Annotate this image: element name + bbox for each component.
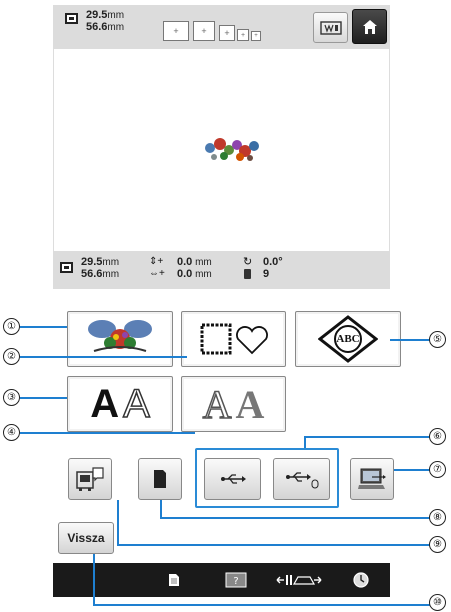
usb-media-button[interactable] (204, 458, 261, 500)
clock-button[interactable] (350, 569, 372, 591)
color-count: 9 (263, 268, 270, 280)
home-icon (362, 19, 377, 34)
rotation-icon: ↻ (243, 256, 253, 268)
callout-line-5 (390, 339, 430, 341)
callout-3: ③ (3, 389, 20, 406)
usb-mouse-port-button[interactable] (273, 458, 330, 500)
usb-icon (220, 474, 246, 484)
pattern-preview-area (53, 49, 390, 251)
document-button[interactable] (165, 569, 183, 591)
home-button[interactable] (352, 9, 387, 44)
top-info-bar: 29.5mm 56.6mm + + + + + (53, 5, 390, 49)
embroidery-pattern-icon (88, 320, 152, 352)
frame-display-button[interactable] (313, 12, 348, 43)
character-font-button[interactable]: A A (67, 376, 173, 432)
callout-line-9b (117, 544, 430, 546)
callout-line-4 (20, 432, 195, 434)
callout-6: ⑥ (429, 428, 446, 445)
pattern-info-bar: 29.5mm 56.6mm ⇕+ ⇔+ 0.0 mm 0.0 mm ↻ 0.0°… (53, 251, 390, 289)
callout-line-9a (117, 500, 119, 545)
vertical-offset-icon: ⇕+ (149, 256, 164, 267)
frame-size-xxsmall: + (251, 31, 261, 41)
callout-line-1 (20, 326, 67, 328)
size-icon (60, 262, 73, 273)
document-icon (169, 574, 179, 586)
help-button[interactable]: ? (223, 569, 249, 591)
decorative-letter-outline: A (202, 381, 232, 428)
embroidery-machine-button[interactable] (68, 458, 112, 500)
embroidery-machine-icon (76, 467, 104, 491)
frame-size-large: + (163, 21, 189, 41)
frame-size-medium: + (193, 21, 215, 41)
callout-line-7 (394, 469, 430, 471)
callout-line-10b (93, 604, 430, 606)
frame-pattern-button[interactable] (181, 311, 286, 367)
frame-shape-icon (200, 323, 268, 355)
monogram-button[interactable]: ABC (295, 311, 401, 367)
decorative-alphabet-button[interactable]: A A (181, 376, 286, 432)
memory-card-icon (154, 470, 166, 488)
callout-line-8b (160, 517, 430, 519)
frame-display-icon (319, 20, 342, 35)
embroidery-preview-image (205, 138, 259, 161)
svg-text:?: ? (233, 576, 238, 587)
bottom-toolbar: ? (53, 563, 390, 597)
callout-10: ⑩ (429, 594, 446, 611)
character-font-outline-letter: A (122, 381, 150, 427)
computer-connection-button[interactable] (350, 458, 394, 500)
frame-size-small: + (219, 25, 235, 41)
size-icon (65, 13, 78, 24)
callout-8: ⑧ (429, 509, 446, 526)
callout-line-3 (20, 397, 67, 399)
monogram-letters: ABC (336, 333, 360, 345)
clock-icon (353, 572, 369, 588)
presser-foot-button[interactable] (275, 569, 323, 591)
info-height: 56.6mm (81, 268, 120, 280)
callout-line-8a (160, 500, 162, 518)
horizontal-offset-value: 0.0 mm (177, 268, 212, 280)
position-icon (276, 575, 322, 585)
rotation-angle: 0.0° (263, 256, 283, 268)
memory-card-button[interactable] (138, 458, 182, 500)
embroidery-pattern-button[interactable] (67, 311, 173, 367)
callout-line-2 (20, 356, 187, 358)
callout-9: ⑨ (429, 536, 446, 553)
callout-2: ② (3, 348, 20, 365)
callout-4: ④ (3, 424, 20, 441)
character-font-letter: A (90, 381, 120, 426)
usb-mouse-icon (285, 472, 318, 489)
callout-1: ① (3, 318, 20, 335)
back-button[interactable]: Vissza (58, 522, 114, 554)
callout-line-6b (304, 436, 306, 448)
pattern-height: 56.6mm (86, 21, 125, 33)
callout-line-6a (304, 436, 430, 438)
callout-7: ⑦ (429, 461, 446, 478)
callout-line-10a (93, 554, 95, 605)
frame-size-xsmall: + (237, 29, 249, 41)
callout-5: ⑤ (429, 331, 446, 348)
decorative-letter-filled: A (235, 381, 265, 427)
help-icon: ? (225, 572, 247, 588)
thread-spool-icon (244, 269, 251, 279)
computer-icon (358, 468, 386, 489)
horizontal-offset-icon: ⇔+ (149, 268, 165, 279)
